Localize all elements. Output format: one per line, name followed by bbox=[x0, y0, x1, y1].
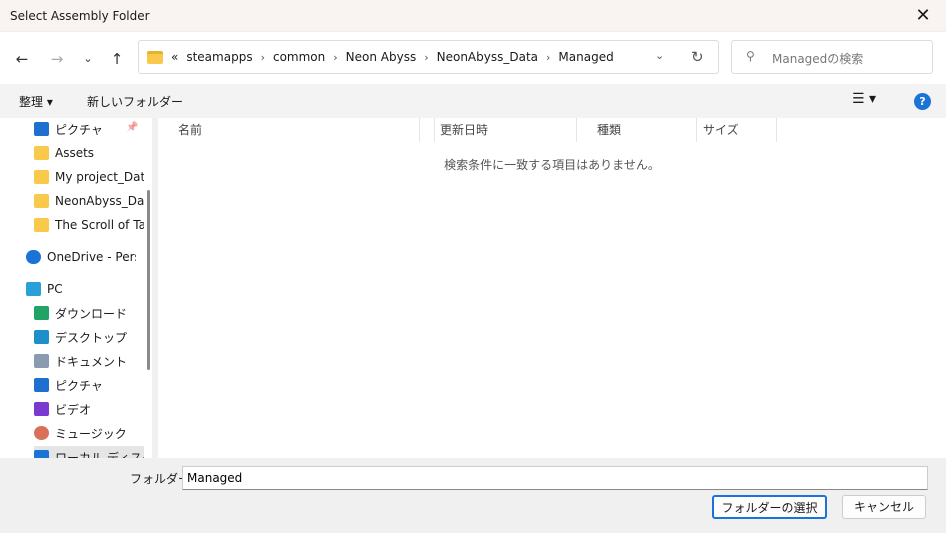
folder-icon bbox=[34, 146, 49, 160]
column-header-modified[interactable]: 更新日時 bbox=[419, 118, 577, 142]
breadcrumb-common[interactable]: common bbox=[273, 50, 325, 64]
help-icon[interactable]: ? bbox=[914, 93, 931, 110]
desktop-icon bbox=[34, 330, 49, 344]
toolbar: 整理 ▾ 新しいフォルダー ☰ ▾ ? bbox=[0, 84, 946, 118]
sidebar-item[interactable]: NeonAbyss_Data bbox=[34, 190, 144, 212]
sidebar-item-label: デスクトップ bbox=[55, 330, 128, 345]
folder-icon bbox=[34, 194, 49, 208]
videos-icon bbox=[34, 402, 49, 416]
search-icon: ⚲ bbox=[746, 49, 755, 63]
view-options-button[interactable]: ☰ ▾ bbox=[852, 91, 876, 107]
sidebar-item[interactable]: ローカル ディスク (C:) bbox=[34, 446, 144, 458]
sidebar-item-label: ローカル ディスク (C:) bbox=[55, 450, 144, 459]
sidebar-item-label: ピクチャ bbox=[55, 378, 103, 393]
close-button[interactable]: ✕ bbox=[900, 0, 946, 32]
sidebar-item[interactable]: ダウンロード bbox=[34, 302, 144, 324]
navigation-pane: ピクチャ Assets My project_Data NeonAbyss_Data T… bbox=[0, 118, 152, 458]
title-bar: Select Assembly Folder ✕ bbox=[0, 0, 946, 32]
sidebar-item-label: NeonAbyss_Data bbox=[55, 194, 144, 208]
back-button[interactable]: ← bbox=[10, 48, 34, 70]
sidebar-item-label: ミュージック bbox=[55, 426, 127, 441]
folder-icon bbox=[34, 170, 49, 184]
download-icon bbox=[34, 306, 49, 320]
empty-message: 検索条件に一致する項目はありません。 bbox=[444, 158, 660, 172]
organize-button[interactable]: 整理 ▾ bbox=[19, 93, 53, 110]
folder-icon bbox=[34, 218, 49, 232]
breadcrumb-steamapps[interactable]: steamapps bbox=[186, 50, 252, 64]
footer: フォルダー: フォルダーの選択 キャンセル bbox=[0, 458, 946, 533]
sidebar-item-label: The Scroll of Taiwu bbox=[55, 218, 144, 232]
sidebar-item[interactable]: ミュージック bbox=[34, 422, 144, 444]
sidebar-item[interactable]: ビデオ bbox=[34, 398, 144, 420]
new-folder-button[interactable]: 新しいフォルダー bbox=[87, 93, 183, 110]
search-placeholder: Managedの検索 bbox=[772, 52, 864, 66]
breadcrumb-managed[interactable]: Managed bbox=[558, 50, 613, 64]
forward-button[interactable]: → bbox=[45, 48, 69, 70]
sidebar-item-label: Assets bbox=[55, 146, 95, 160]
overflow-chevron[interactable]: « bbox=[171, 50, 178, 64]
breadcrumb-neonabyss-data[interactable]: NeonAbyss_Data bbox=[437, 50, 538, 64]
pictures-icon bbox=[34, 122, 49, 136]
drive-icon bbox=[34, 450, 49, 458]
column-header-name[interactable]: 名前 bbox=[158, 118, 435, 142]
column-header-size[interactable]: サイズ bbox=[697, 118, 777, 142]
folder-icon bbox=[147, 50, 163, 64]
file-list: 名前 更新日時 種類 サイズ 検索条件に一致する項目はありません。 bbox=[158, 118, 946, 458]
sidebar-item[interactable]: デスクトップ bbox=[34, 326, 144, 348]
sidebar-scrollbar[interactable] bbox=[147, 190, 150, 370]
sidebar-item-label: OneDrive - Personal bbox=[47, 250, 136, 264]
pin-icon[interactable]: 📌 bbox=[126, 122, 138, 133]
cloud-icon bbox=[26, 250, 41, 264]
breadcrumb-neon-abyss[interactable]: Neon Abyss bbox=[346, 50, 417, 64]
pc-icon bbox=[26, 282, 41, 296]
music-icon bbox=[34, 426, 49, 440]
sidebar-item[interactable]: My project_Data bbox=[34, 166, 144, 188]
navigation-bar: ← → ⌄ ↑ « steamapps › common › Neon Abyss ›… bbox=[0, 32, 946, 84]
window-title: Select Assembly Folder bbox=[10, 9, 150, 23]
refresh-icon[interactable]: ↻ bbox=[691, 48, 704, 66]
recent-locations-button[interactable]: ⌄ bbox=[76, 48, 100, 70]
sidebar-item-label: PC bbox=[47, 282, 63, 296]
up-button[interactable]: ↑ bbox=[105, 48, 129, 70]
sidebar-item-label: ピクチャ bbox=[55, 122, 103, 137]
sidebar-item-label: ダウンロード bbox=[55, 306, 128, 321]
sidebar-item[interactable]: Assets bbox=[34, 142, 144, 164]
sidebar-item[interactable]: ドキュメント bbox=[34, 350, 144, 372]
sidebar-item[interactable]: OneDrive - Personal bbox=[26, 246, 136, 268]
cancel-button[interactable]: キャンセル bbox=[842, 495, 926, 519]
sidebar-item[interactable]: The Scroll of Taiwu bbox=[34, 214, 144, 236]
column-header-type[interactable]: 種類 bbox=[577, 118, 697, 142]
folder-input[interactable] bbox=[182, 466, 928, 490]
sidebar-item-label: ビデオ bbox=[55, 402, 92, 417]
documents-icon bbox=[34, 354, 49, 368]
select-folder-button[interactable]: フォルダーの選択 bbox=[712, 495, 827, 519]
sidebar-item[interactable]: PC bbox=[26, 278, 136, 300]
sidebar-item-label: My project_Data bbox=[55, 170, 144, 184]
sidebar-item-label: ドキュメント bbox=[55, 354, 128, 369]
sidebar-item[interactable]: ピクチャ bbox=[34, 374, 144, 396]
chevron-down-icon[interactable]: ⌄ bbox=[655, 49, 664, 62]
search-input[interactable]: ⚲ Managedの検索 bbox=[731, 40, 933, 74]
pictures-icon bbox=[34, 378, 49, 392]
address-bar[interactable]: « steamapps › common › Neon Abyss › NeonAby… bbox=[138, 40, 719, 74]
